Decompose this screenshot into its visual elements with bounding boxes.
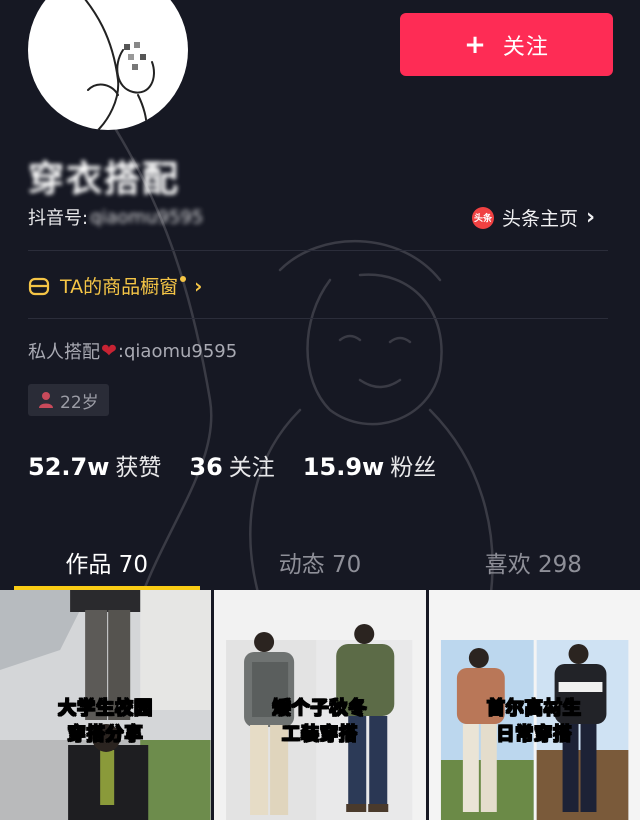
toutiao-homepage-link[interactable]: 头条 头条主页 ›	[472, 204, 595, 231]
profile-bio: 私人搭配 ❤ :qiaomu9595	[28, 338, 237, 364]
chevron-right-icon: ›	[586, 205, 596, 230]
profile-nickname: 穿衣搭配	[28, 159, 181, 200]
shop-icon	[28, 277, 50, 295]
fans-label[interactable]: 粉丝	[390, 448, 436, 482]
follow-button-label: 关注	[502, 34, 549, 60]
fans-count[interactable]: 15.9w	[303, 453, 384, 481]
age-badge: 22岁	[28, 384, 109, 416]
video-caption-line2: 日常穿搭	[496, 724, 573, 746]
video-caption-line1: 矮个子秋冬	[272, 698, 368, 720]
video-grid: 大学生校园 穿搭分享 矮个子秋冬 工装穿搭 首尔高材生 日常穿搭	[0, 590, 640, 820]
shop-window-link[interactable]: TA的商品橱窗 ›	[28, 272, 202, 299]
likes-count: 52.7w	[28, 453, 110, 481]
likes-label: 获赞	[115, 455, 162, 481]
douyin-id: 抖音号: qiaomu9595	[28, 204, 203, 230]
plus-icon: +	[464, 29, 487, 60]
tab-works[interactable]: 作品 70	[0, 536, 213, 588]
video-caption-line2: 穿搭分享	[67, 724, 144, 746]
age-label: 22岁	[60, 392, 99, 413]
bio-suffix: :qiaomu9595	[117, 340, 238, 362]
notification-dot	[180, 275, 187, 282]
divider	[28, 318, 608, 319]
following-count[interactable]: 36	[189, 453, 222, 481]
douyin-id-label: 抖音号:	[28, 208, 89, 229]
heart-icon: ❤	[101, 340, 117, 362]
shop-window-label: TA的商品橱窗	[60, 276, 179, 298]
video-caption-line1: 大学生校园	[58, 698, 154, 720]
video-caption-line2: 工装穿搭	[281, 724, 358, 746]
bio-prefix: 私人搭配	[28, 342, 100, 363]
follow-button[interactable]: + 关注	[400, 13, 613, 76]
profile-tabs: 作品 70 动态 70 喜欢 298	[0, 536, 640, 588]
video-caption-line1: 首尔高材生	[486, 698, 582, 720]
toutiao-icon: 头条	[472, 206, 494, 229]
video-thumbnail[interactable]: 矮个子秋冬 工装穿搭	[214, 590, 426, 820]
following-label[interactable]: 关注	[229, 448, 275, 482]
video-thumbnail[interactable]: 大学生校园 穿搭分享	[0, 590, 212, 820]
tab-moments[interactable]: 动态 70	[213, 536, 426, 588]
tab-likes[interactable]: 喜欢 298	[427, 536, 640, 588]
chevron-right-icon: ›	[194, 273, 203, 298]
person-icon	[39, 392, 53, 408]
divider	[28, 250, 608, 251]
douyin-id-value: qiaomu9595	[90, 206, 204, 228]
video-thumbnail[interactable]: 首尔高材生 日常穿搭	[428, 590, 640, 820]
profile-stats: 52.7w 获赞 36 关注 15.9w 粉丝	[28, 448, 464, 482]
toutiao-label: 头条主页	[502, 208, 579, 230]
